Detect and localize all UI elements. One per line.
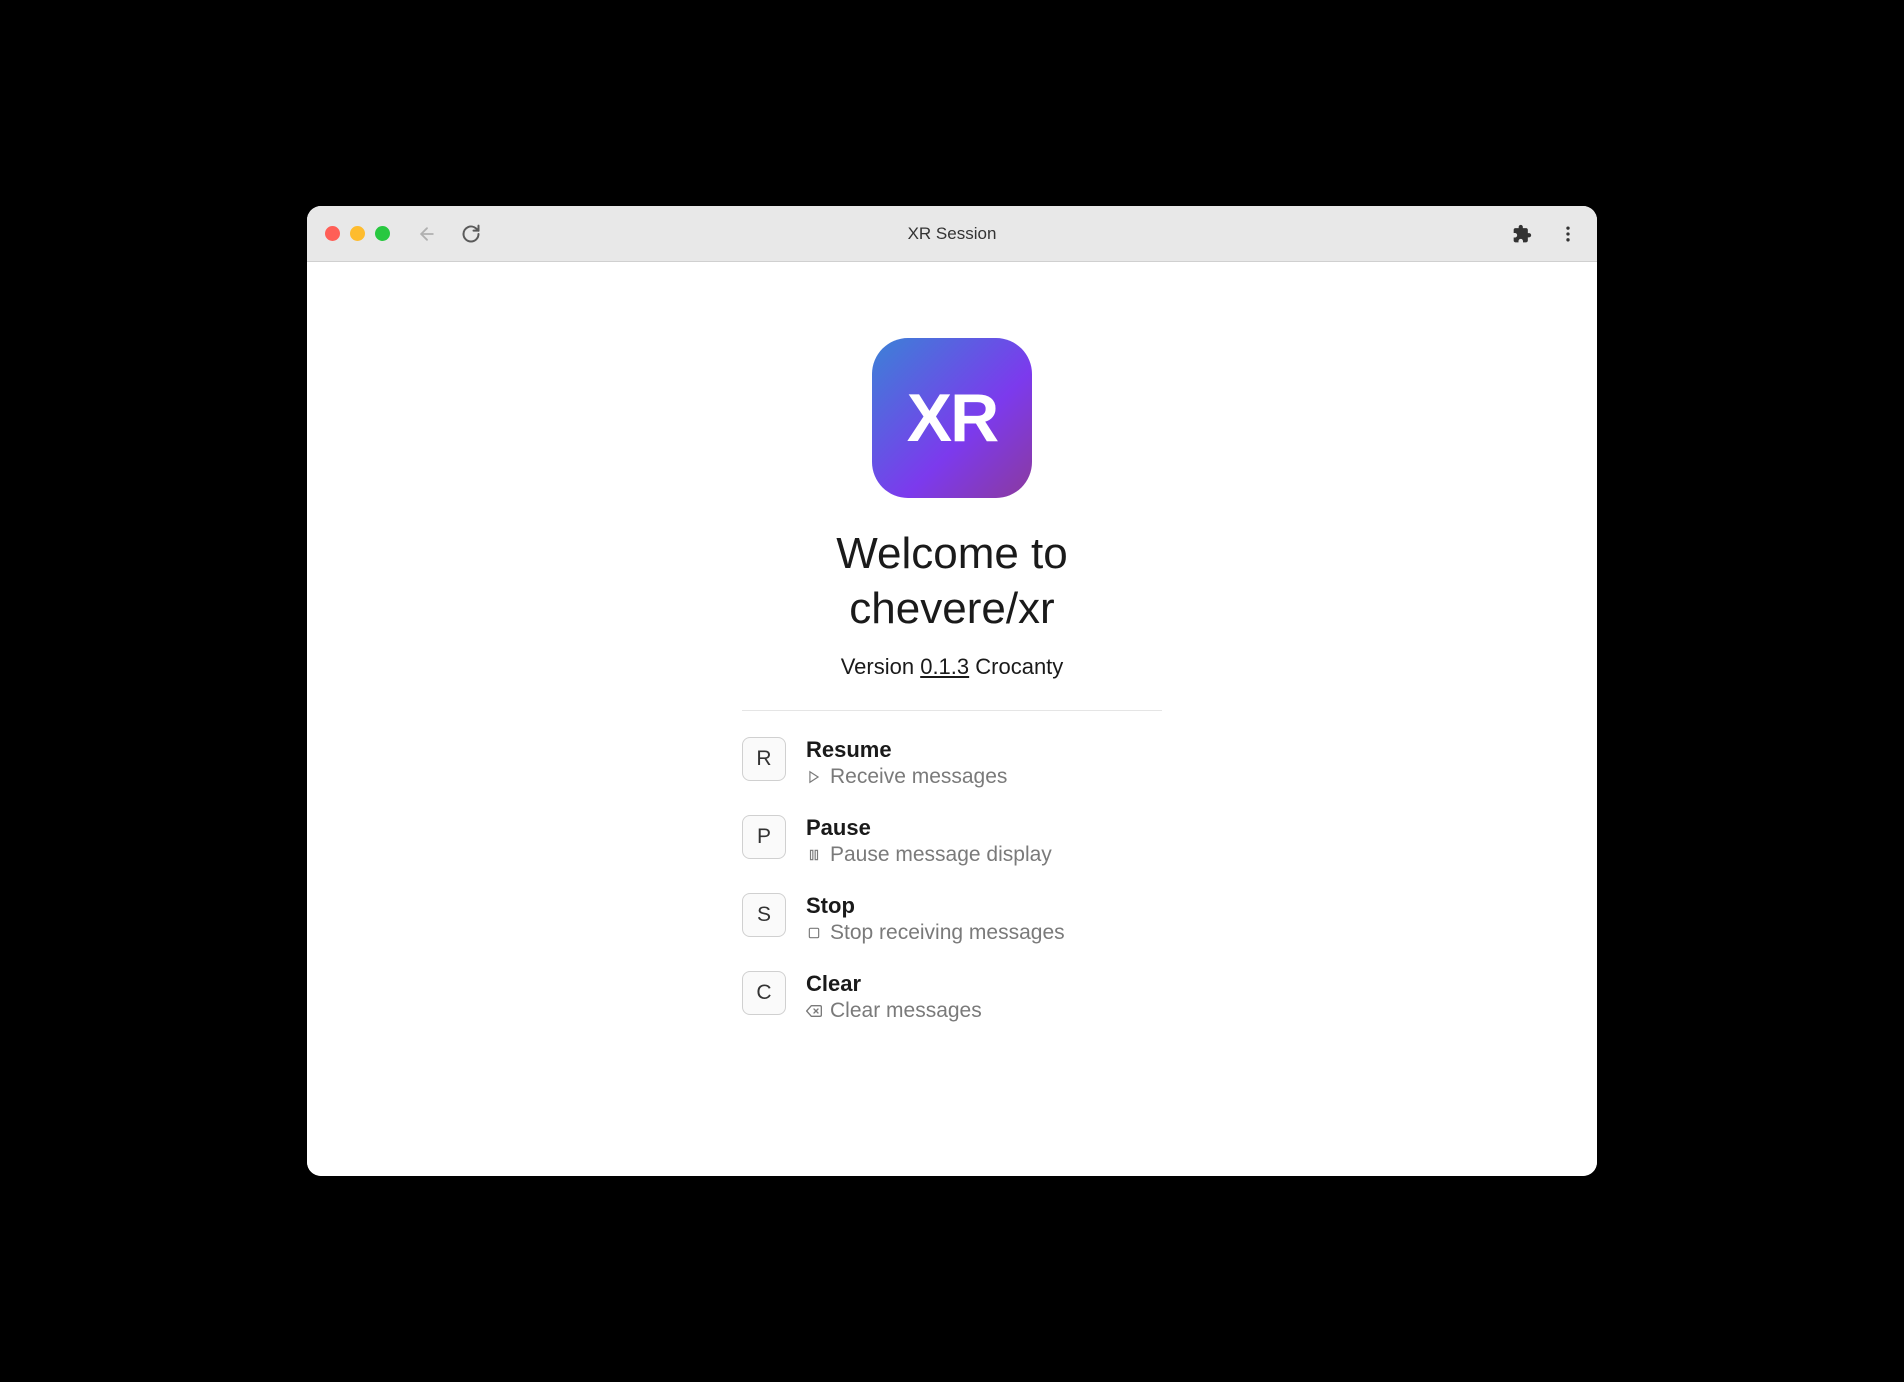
command-desc-text: Receive messages <box>830 765 1007 789</box>
version-line: Version 0.1.3 Crocanty <box>841 654 1064 680</box>
heading-line2: chevere/xr <box>849 584 1054 633</box>
command-resume: R Resume Receive messages <box>742 737 1162 789</box>
close-window-button[interactable] <box>325 226 340 241</box>
key-badge-s: S <box>742 893 786 937</box>
minimize-window-button[interactable] <box>350 226 365 241</box>
arrow-left-icon <box>417 224 437 244</box>
command-title: Resume <box>806 737 1007 763</box>
back-button[interactable] <box>416 223 438 245</box>
commands-list: R Resume Receive messages P Pause <box>742 737 1162 1023</box>
key-badge-c: C <box>742 971 786 1015</box>
command-desc: Stop receiving messages <box>806 921 1065 945</box>
dots-vertical-icon <box>1558 224 1578 244</box>
puzzle-icon <box>1512 224 1532 244</box>
command-desc: Receive messages <box>806 765 1007 789</box>
command-stop: S Stop Stop receiving messages <box>742 893 1162 945</box>
window-title: XR Session <box>908 224 997 244</box>
menu-button[interactable] <box>1557 223 1579 245</box>
divider <box>742 710 1162 711</box>
command-title: Stop <box>806 893 1065 919</box>
command-clear: C Clear Clear messages <box>742 971 1162 1023</box>
command-desc: Pause message display <box>806 843 1052 867</box>
command-pause: P Pause Pause message display <box>742 815 1162 867</box>
extensions-button[interactable] <box>1511 223 1533 245</box>
command-text: Clear Clear messages <box>806 971 982 1023</box>
clear-icon <box>806 1003 822 1019</box>
command-desc-text: Clear messages <box>830 999 982 1023</box>
titlebar-right <box>1511 223 1579 245</box>
maximize-window-button[interactable] <box>375 226 390 241</box>
command-text: Resume Receive messages <box>806 737 1007 789</box>
command-desc: Clear messages <box>806 999 982 1023</box>
titlebar: XR Session <box>307 206 1597 262</box>
command-desc-text: Pause message display <box>830 843 1052 867</box>
pause-icon <box>806 847 822 863</box>
welcome-heading: Welcome to chevere/xr <box>836 526 1068 636</box>
app-logo: XR <box>872 338 1032 498</box>
key-badge-p: P <box>742 815 786 859</box>
command-desc-text: Stop receiving messages <box>830 921 1065 945</box>
version-prefix: Version <box>841 654 921 679</box>
command-title: Clear <box>806 971 982 997</box>
traffic-lights <box>325 226 390 241</box>
content-area: XR Welcome to chevere/xr Version 0.1.3 C… <box>307 262 1597 1176</box>
command-text: Stop Stop receiving messages <box>806 893 1065 945</box>
heading-line1: Welcome to <box>836 529 1068 578</box>
nav-buttons <box>416 223 482 245</box>
logo-text: XR <box>907 379 997 457</box>
command-title: Pause <box>806 815 1052 841</box>
app-window: XR Session XR Welcome to chevere/xr Vers… <box>307 206 1597 1176</box>
command-text: Pause Pause message display <box>806 815 1052 867</box>
reload-icon <box>461 224 481 244</box>
version-link[interactable]: 0.1.3 <box>920 654 969 679</box>
stop-icon <box>806 925 822 941</box>
reload-button[interactable] <box>460 223 482 245</box>
version-codename: Crocanty <box>969 654 1063 679</box>
play-icon <box>806 769 822 785</box>
key-badge-r: R <box>742 737 786 781</box>
